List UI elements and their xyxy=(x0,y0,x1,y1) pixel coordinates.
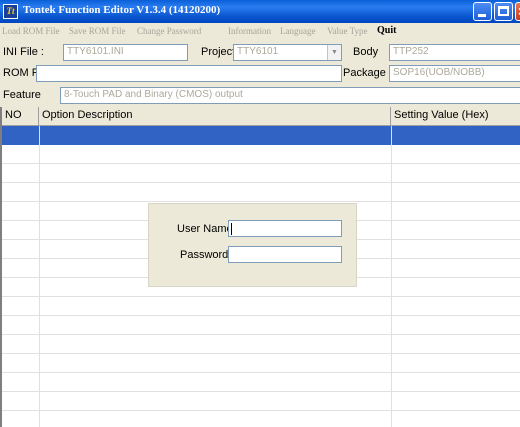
body-label: Body xyxy=(353,46,379,58)
ini-file-field[interactable]: TTY6101.INI xyxy=(63,44,188,61)
menu-value-type[interactable]: Value Type xyxy=(327,26,367,36)
menu-information[interactable]: Information xyxy=(228,26,271,36)
password-label: Password : xyxy=(180,249,235,261)
menu-bar: Load ROM File Save ROM File Change Passw… xyxy=(0,23,520,40)
project-combo[interactable]: TTY6101 ▼ xyxy=(233,44,342,61)
feature-field[interactable]: 8-Touch PAD and Binary (CMOS) output xyxy=(60,87,520,104)
rom-file-field[interactable] xyxy=(36,65,342,82)
feature-label: Feature xyxy=(3,89,41,101)
table-row[interactable] xyxy=(2,164,520,183)
project-value: TTY6101 xyxy=(237,46,279,57)
minimize-button[interactable] xyxy=(473,2,492,21)
column-header-no[interactable]: NO xyxy=(2,107,39,126)
table-row[interactable] xyxy=(2,392,520,411)
username-label: User Name: xyxy=(177,223,236,235)
menu-quit[interactable]: Quit xyxy=(377,25,396,36)
table-row[interactable] xyxy=(2,145,520,164)
text-caret xyxy=(231,223,232,235)
column-header-option-description[interactable]: Option Description xyxy=(39,107,391,126)
ini-file-label: INI File : xyxy=(3,46,44,58)
package-field[interactable]: SOP16(UOB/NOBB) xyxy=(389,65,520,82)
menu-change-password[interactable]: Change Password xyxy=(137,26,201,36)
menu-language[interactable]: Language xyxy=(280,26,315,36)
login-dialog: User Name: Password : xyxy=(148,203,357,287)
maximize-button[interactable] xyxy=(494,2,513,21)
app-icon[interactable]: Tt xyxy=(3,4,18,19)
project-label: Project xyxy=(201,46,236,58)
column-header-setting-value[interactable]: Setting Value (Hex) xyxy=(391,107,520,126)
body-field[interactable]: TTP252 xyxy=(389,44,520,61)
password-input[interactable] xyxy=(228,246,342,263)
close-button[interactable]: × xyxy=(515,2,520,21)
chevron-down-icon[interactable]: ▼ xyxy=(327,45,341,60)
menu-load-rom-file[interactable]: Load ROM File xyxy=(2,26,60,36)
column-divider xyxy=(391,126,392,427)
table-row[interactable] xyxy=(2,373,520,392)
table-row[interactable] xyxy=(2,316,520,335)
window-title: Tontek Function Editor V1.3.4 (14120200) xyxy=(23,4,221,16)
table-row[interactable] xyxy=(2,183,520,202)
menu-save-rom-file[interactable]: Save ROM File xyxy=(69,26,126,36)
table-row[interactable] xyxy=(2,126,520,145)
table-row[interactable] xyxy=(2,297,520,316)
username-input[interactable] xyxy=(228,220,342,237)
table-row[interactable] xyxy=(2,335,520,354)
title-bar[interactable]: Tt Tontek Function Editor V1.3.4 (141202… xyxy=(0,0,520,23)
table-row[interactable] xyxy=(2,354,520,373)
column-divider xyxy=(39,126,40,427)
table-row[interactable] xyxy=(2,411,520,427)
package-label: Package xyxy=(343,67,386,79)
